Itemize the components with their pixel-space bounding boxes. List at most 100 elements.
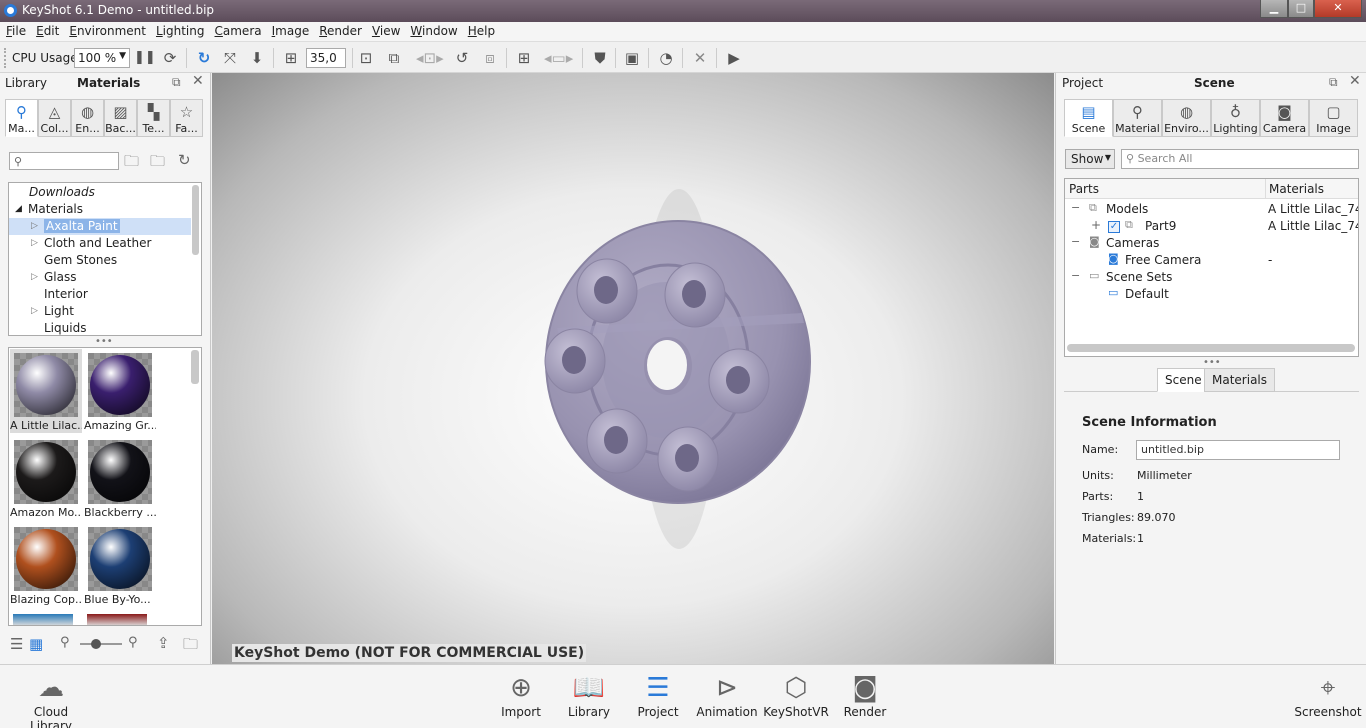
lock-camera-icon[interactable]: ⧈ <box>480 48 500 68</box>
tree-item-axalta-paint[interactable]: ▷ Axalta Paint <box>9 218 191 235</box>
project-button[interactable]: ☰ Project <box>625 665 691 728</box>
menu-edit[interactable]: Edit <box>32 22 63 38</box>
screenshot-button[interactable]: ⌖ Screenshot <box>1292 665 1364 728</box>
add-geometry-icon[interactable]: ⧉ <box>384 48 404 68</box>
toolbar-grip[interactable] <box>4 48 7 68</box>
add-model-set-icon[interactable]: ⊞ <box>514 48 534 68</box>
menu-view[interactable]: View <box>368 22 404 38</box>
collapsed-icon[interactable]: ▷ <box>31 269 38 286</box>
collapsed-icon[interactable]: ▷ <box>31 303 38 320</box>
tree-item-downloads[interactable]: Downloads <box>9 184 191 201</box>
zoom-out-icon[interactable]: ⚲ <box>60 635 70 650</box>
library-search-input[interactable]: ⚲ <box>9 152 119 170</box>
cloud-library-button[interactable]: ☁ Cloud Library <box>12 665 90 728</box>
material-thumb-partial[interactable] <box>13 614 73 625</box>
camera-nav-icon[interactable]: ◂⊡▸ <box>416 48 444 68</box>
slider-handle[interactable] <box>91 639 101 649</box>
tab-material[interactable]: ⚲ Material <box>1113 99 1162 137</box>
remove-folder-icon[interactable]: 🗀 <box>150 151 165 176</box>
tree-item-cameras[interactable]: Cameras <box>1106 236 1159 250</box>
model-set-nav-icon[interactable]: ◂▭▸ <box>544 48 573 68</box>
show-dropdown[interactable]: Show ▼ <box>1065 149 1115 169</box>
undock-icon[interactable]: ⧉ <box>172 75 181 90</box>
keyshotvr-button[interactable]: ⬡ KeyShotVR <box>763 665 829 728</box>
reset-camera-icon[interactable]: ↺ <box>452 48 472 68</box>
column-header-parts[interactable]: Parts <box>1069 182 1099 196</box>
menu-camera[interactable]: Camera <box>211 22 266 38</box>
grid-view-icon[interactable]: ▦ <box>29 635 43 653</box>
close-icon[interactable]: ✕ <box>1349 73 1361 89</box>
tab-image[interactable]: ▢ Image <box>1309 99 1358 137</box>
performance-mode-icon[interactable]: ⟳ <box>160 48 180 68</box>
tree-item-part9[interactable]: Part9 <box>1145 219 1176 233</box>
render-viewport[interactable] <box>212 73 1054 664</box>
collapse-icon[interactable]: − <box>1071 235 1080 248</box>
scene-name-input[interactable]: untitled.bip <box>1136 440 1340 460</box>
collapsed-icon[interactable]: ▷ <box>31 235 38 252</box>
pause-icon[interactable]: ❚❚ <box>134 48 156 68</box>
collapse-icon[interactable]: ✕ <box>690 48 710 68</box>
column-divider[interactable] <box>1265 179 1266 199</box>
presentation-mode-icon[interactable]: ▣ <box>622 48 642 68</box>
refresh-icon[interactable]: ↻ <box>194 48 214 68</box>
geometry-view-icon[interactable]: ◔ <box>656 48 676 68</box>
add-folder-icon[interactable]: 🗀 <box>124 151 139 176</box>
menu-environment[interactable]: Environment <box>65 22 150 38</box>
material-thumb[interactable]: Blue By-Yo... <box>84 523 156 607</box>
splitter-handle[interactable]: ••• <box>1203 357 1221 368</box>
material-thumb[interactable]: A Little Lilac... <box>10 349 82 433</box>
subtab-materials[interactable]: Materials <box>1204 368 1276 392</box>
column-header-materials[interactable]: Materials <box>1269 182 1324 196</box>
shield-icon[interactable]: ⛊ <box>590 48 610 68</box>
tree-horizontal-scrollbar[interactable] <box>1067 344 1355 352</box>
material-thumb-partial[interactable] <box>87 614 147 625</box>
upload-icon[interactable]: ⇪ <box>157 634 170 652</box>
tab-lighting[interactable]: ♁ Lighting <box>1211 99 1260 137</box>
tab-colors[interactable]: ◬ Col... <box>38 99 71 137</box>
tab-materials[interactable]: ⚲ Ma... <box>5 99 38 137</box>
menu-file[interactable]: File <box>2 22 30 38</box>
animation-button[interactable]: ⊳ Animation <box>694 665 760 728</box>
tab-textures[interactable]: ▚ Te... <box>137 99 170 137</box>
tree-item-cloth-leather[interactable]: ▷ Cloth and Leather <box>9 235 191 252</box>
tree-item-liquids[interactable]: Liquids <box>9 320 191 335</box>
menu-help[interactable]: Help <box>464 22 499 38</box>
tree-item-scene-sets[interactable]: Scene Sets <box>1106 270 1172 284</box>
add-camera-icon[interactable]: ⊡ <box>356 48 376 68</box>
subtab-scene[interactable]: Scene <box>1157 368 1210 392</box>
collapse-icon[interactable]: − <box>1071 269 1080 282</box>
camera-angle-input[interactable]: 35,0 <box>306 48 346 68</box>
render-button[interactable]: ◙ Render <box>832 665 898 728</box>
material-thumb[interactable]: Amazon Mo... <box>10 436 82 520</box>
close-button[interactable]: ✕ <box>1314 0 1362 18</box>
tab-environments[interactable]: ◍ En... <box>71 99 104 137</box>
cpu-usage-select[interactable]: 100 % ▼ <box>74 48 130 68</box>
close-icon[interactable]: ✕ <box>192 73 204 89</box>
import-button[interactable]: ⊕ Import <box>488 665 554 728</box>
expand-icon[interactable]: + <box>1091 218 1101 232</box>
tree-item-free-camera[interactable]: Free Camera <box>1125 253 1201 267</box>
undock-icon[interactable]: ⧉ <box>1329 75 1338 90</box>
perspective-icon[interactable]: ⊞ <box>281 48 301 68</box>
tree-item-interior[interactable]: Interior <box>9 286 191 303</box>
tree-item-default[interactable]: Default <box>1125 287 1169 301</box>
script-console-icon[interactable]: ▶ <box>724 48 744 68</box>
menu-image[interactable]: Image <box>268 22 314 38</box>
tab-camera[interactable]: ◙ Camera <box>1260 99 1309 137</box>
tab-scene[interactable]: ▤ Scene <box>1064 99 1113 137</box>
maximize-button[interactable]: □ <box>1288 0 1314 18</box>
thumbnails-scrollbar[interactable] <box>191 350 199 384</box>
part9-visibility-checkbox[interactable]: ✓ <box>1108 221 1120 233</box>
menu-lighting[interactable]: Lighting <box>152 22 209 38</box>
expanded-icon[interactable]: ◢ <box>15 201 22 218</box>
library-button[interactable]: 📖 Library <box>556 665 622 728</box>
list-view-icon[interactable]: ☰ <box>10 635 23 653</box>
tree-item-light[interactable]: ▷ Light <box>9 303 191 320</box>
collapse-icon[interactable]: − <box>1071 201 1080 214</box>
splitter-handle[interactable]: ••• <box>95 336 113 347</box>
refresh-library-icon[interactable]: ↻ <box>178 151 191 169</box>
fit-view-icon[interactable]: ⤧ <box>220 48 240 68</box>
material-thumb[interactable]: Amazing Gr... <box>84 349 156 433</box>
tree-item-gem-stones[interactable]: Gem Stones <box>9 252 191 269</box>
collapsed-icon[interactable]: ▷ <box>31 218 38 235</box>
